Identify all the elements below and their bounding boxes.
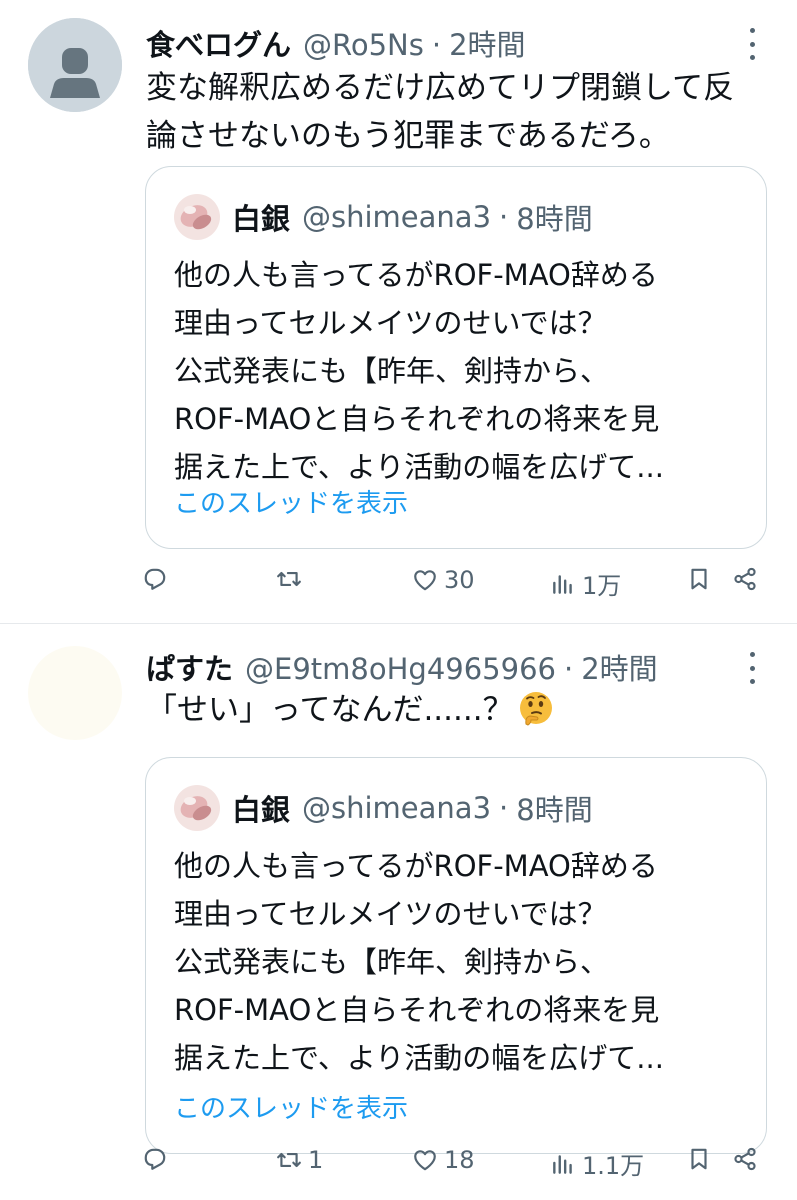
share-button[interactable] [732, 1146, 758, 1172]
quoted-tweet-text: 他の人も言ってるがROF-MAO辞める 理由ってセルメイツのせいでは？ 公式発表… [174, 258, 664, 484]
quoted-author-name: 白銀 [232, 793, 291, 827]
quoted-author-avatar [174, 194, 220, 240]
user-avatar[interactable] [28, 646, 122, 740]
author-handle[interactable]: @Ro5Ns [303, 28, 424, 62]
retweet-button[interactable] [276, 566, 308, 592]
default-avatar-icon [28, 18, 122, 112]
timestamp[interactable]: 2時間 [581, 646, 657, 688]
views-chart-icon [553, 1154, 572, 1174]
tweet-actions: 30 1万 [140, 566, 761, 606]
share-icon [734, 567, 756, 591]
bookmark-button[interactable] [686, 1146, 712, 1172]
views-button[interactable]: 1万 [550, 566, 621, 601]
tweet-text: 変な解釈広めるだけ広めてリプ閉鎖して反 論させないのもう犯罪まであるだろ。 [146, 70, 735, 154]
reply-button[interactable] [142, 1146, 174, 1172]
timestamp[interactable]: 2時間 [449, 22, 525, 64]
more-options-icon[interactable] [745, 652, 759, 684]
author-name[interactable]: ぱすた [146, 646, 233, 688]
tweet-header: 食べログん @Ro5Ns · 2時間 [146, 22, 737, 62]
author-name[interactable]: 食べログん [146, 22, 291, 64]
quoted-author-handle: @shimeana3 [302, 791, 492, 825]
views-count: 1万 [582, 572, 622, 600]
like-count: 18 [444, 1146, 475, 1174]
tweet[interactable]: 食べログん @Ro5Ns · 2時間 変な解釈広めるだけ広めてリプ閉鎖して反 論… [0, 0, 797, 624]
quoted-author-avatar [174, 785, 220, 831]
bookmark-icon [691, 1148, 707, 1170]
quoted-tweet-text: 他の人も言ってるがROF-MAO辞める 理由ってセルメイツのせいでは？ 公式発表… [174, 849, 664, 1075]
share-icon [734, 1147, 756, 1171]
thinking-face-icon [518, 690, 554, 740]
reply-icon [144, 568, 166, 590]
separator-dot: · [499, 791, 509, 825]
like-count: 30 [444, 566, 475, 594]
bookmark-button[interactable] [686, 566, 712, 592]
views-chart-icon [553, 574, 572, 594]
bookmark-icon [691, 568, 707, 590]
quoted-timestamp: 8時間 [516, 793, 593, 827]
tweet-text-content: 「せい」ってなんだ......？ [146, 692, 514, 728]
views-count: 1.1万 [582, 1152, 645, 1180]
like-button[interactable]: 18 [412, 1146, 475, 1174]
show-thread-link[interactable]: このスレッドを表示 [174, 1088, 408, 1125]
quoted-author-handle: @shimeana3 [302, 200, 492, 234]
quoted-tweet[interactable]: 白銀 @shimeana3 · 8時間 他の人も言ってるがROF-MAO辞める … [145, 757, 767, 1154]
quoted-tweet-header: 白銀 @shimeana3 · 8時間 [174, 784, 593, 832]
share-button[interactable] [732, 566, 758, 592]
tweet-header: ぱすた @E9tm8oHg4965966 · 2時間 [146, 646, 737, 686]
retweet-button[interactable]: 1 [276, 1146, 323, 1174]
reply-button[interactable] [142, 566, 174, 592]
like-button[interactable]: 30 [412, 566, 475, 594]
retweet-icon [277, 1152, 301, 1168]
tweet[interactable]: ぱすた @E9tm8oHg4965966 · 2時間 「せい」ってなんだ....… [0, 624, 797, 1200]
quoted-timestamp: 8時間 [516, 202, 593, 236]
user-avatar[interactable] [28, 18, 122, 112]
views-button[interactable]: 1.1万 [550, 1146, 644, 1181]
more-options-icon[interactable] [745, 28, 759, 60]
retweet-icon [277, 571, 301, 587]
heart-icon [414, 570, 436, 591]
quoted-tweet[interactable]: 白銀 @shimeana3 · 8時間 他の人も言ってるがROF-MAO辞める … [145, 166, 767, 549]
tweet-text: 「せい」ってなんだ......？ [146, 686, 771, 740]
show-thread-link[interactable]: このスレッドを表示 [174, 483, 408, 520]
author-handle[interactable]: @E9tm8oHg4965966 [245, 652, 556, 686]
separator-dot: · [499, 200, 509, 234]
quoted-tweet-header: 白銀 @shimeana3 · 8時間 [174, 193, 593, 241]
separator-dot: · [563, 652, 574, 686]
tweet-actions: 1 18 1.1万 [140, 1146, 761, 1186]
quoted-author-name: 白銀 [232, 202, 291, 236]
separator-dot: · [431, 28, 442, 62]
reply-icon [144, 1148, 166, 1170]
retweet-count: 1 [308, 1146, 324, 1174]
heart-icon [414, 1150, 436, 1171]
